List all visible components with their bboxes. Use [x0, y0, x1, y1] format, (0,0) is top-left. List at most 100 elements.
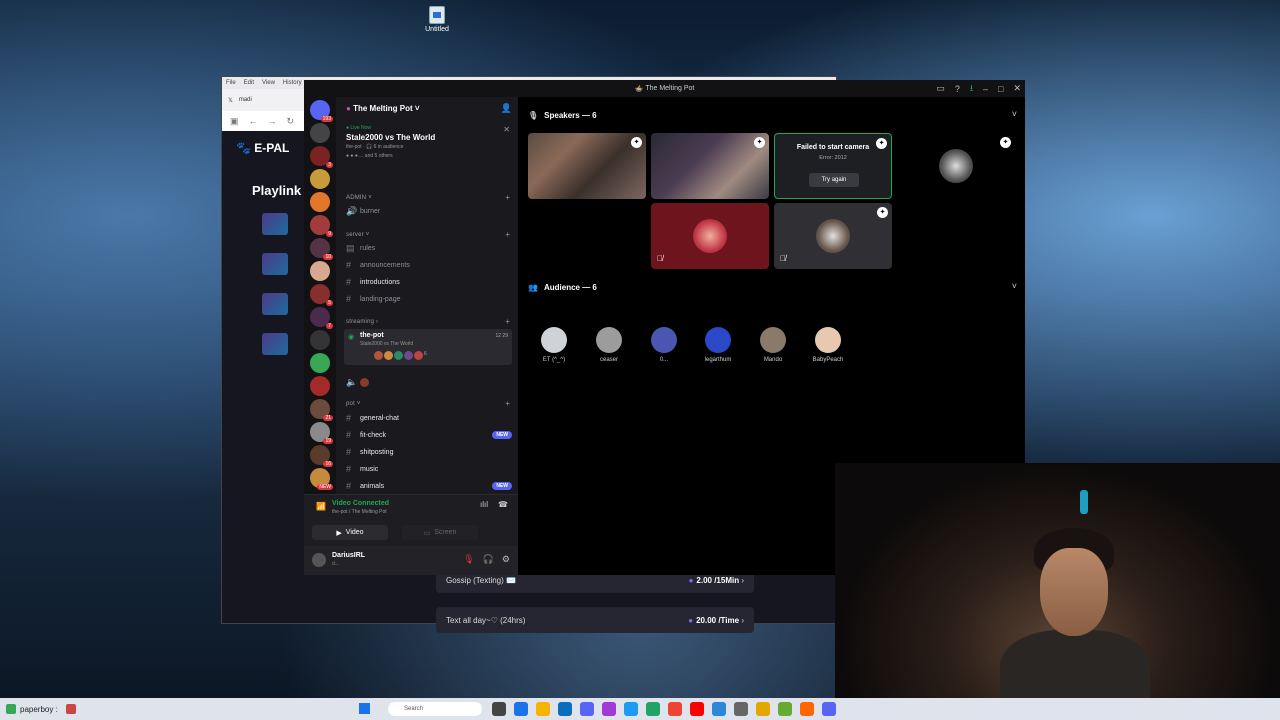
- connection-status[interactable]: Video Connected: [332, 500, 389, 507]
- menu-edit[interactable]: Edit: [244, 80, 254, 86]
- task-view-icon[interactable]: [492, 702, 506, 716]
- add-channel-icon[interactable]: +: [505, 230, 510, 239]
- channel-landing-page[interactable]: # landing-page: [346, 292, 512, 306]
- menu-view[interactable]: View: [262, 80, 275, 86]
- chevron-down-icon[interactable]: ˅: [1012, 109, 1017, 119]
- speaker-avatar-tile[interactable]: 🎙̸: [651, 203, 769, 269]
- chrome-icon[interactable]: [756, 702, 770, 716]
- audience-header[interactable]: 👥 Audience — 6: [528, 283, 597, 292]
- avatar[interactable]: [312, 553, 326, 567]
- opera-icon[interactable]: [602, 702, 616, 716]
- server-icon[interactable]: 5: [310, 284, 333, 306]
- voice-channel-the-pot[interactable]: ◉ the-pot Stale2000 vs The World 12 29 6: [344, 329, 512, 365]
- voice-user-row[interactable]: 🔈: [346, 375, 512, 389]
- guild-name[interactable]: ● The Melting Pot ˅: [346, 104, 420, 113]
- server-icon[interactable]: [310, 376, 330, 396]
- channel-announcements[interactable]: # announcements: [346, 258, 512, 272]
- close-icon[interactable]: ✕: [1013, 83, 1021, 94]
- live-stage-card[interactable]: ● Live Now Stale2000 vs The World the-po…: [346, 125, 506, 159]
- forward-arrow-icon[interactable]: →: [268, 116, 277, 126]
- category-pot[interactable]: pot ˅: [346, 401, 361, 407]
- edge-icon[interactable]: [514, 702, 528, 716]
- audience-member[interactable]: BabyPeach: [804, 327, 852, 363]
- speaker-video-tile[interactable]: ✦: [651, 133, 769, 199]
- audience-member[interactable]: Mando: [749, 327, 797, 363]
- category-admin[interactable]: ADMIN ˅: [346, 195, 372, 201]
- download-icon[interactable]: ⭳: [970, 81, 973, 97]
- back-arrow-icon[interactable]: ←: [249, 116, 258, 126]
- maximize-icon[interactable]: □: [998, 84, 1003, 94]
- audience-member[interactable]: ceaser: [585, 327, 633, 363]
- channel-music[interactable]: # music: [346, 462, 512, 476]
- firefox-icon[interactable]: [800, 702, 814, 716]
- app-icon[interactable]: [646, 702, 660, 716]
- disconnect-icon[interactable]: ☎: [498, 500, 508, 509]
- screen-share-button[interactable]: ▭ Screen: [402, 525, 478, 540]
- add-channel-icon[interactable]: +: [505, 399, 510, 408]
- menu-history[interactable]: History: [283, 80, 302, 86]
- category-server[interactable]: server ˅: [346, 232, 369, 238]
- taskbar-search[interactable]: Search: [388, 702, 482, 716]
- help-icon[interactable]: ?: [955, 84, 960, 94]
- channel-general-chat[interactable]: # general-chat: [346, 411, 512, 425]
- chevron-down-icon[interactable]: ˅: [1012, 281, 1017, 291]
- close-icon[interactable]: ✕: [503, 125, 510, 134]
- app-icon[interactable]: [712, 702, 726, 716]
- server-icon[interactable]: 19: [310, 422, 333, 444]
- discord-icon[interactable]: [580, 702, 594, 716]
- taskbar-profile[interactable]: paperboy :: [0, 698, 76, 720]
- reload-icon[interactable]: ↻: [287, 116, 295, 127]
- channel-rules[interactable]: ▤ rules: [346, 241, 512, 255]
- mute-mic-icon[interactable]: 🎙: [463, 554, 474, 565]
- server-icon[interactable]: [310, 192, 330, 212]
- speaker-avatar-tile[interactable]: ✦: [897, 133, 1015, 199]
- server-icon[interactable]: [310, 261, 330, 281]
- windows-start-icon[interactable]: [359, 703, 370, 714]
- server-icon[interactable]: 7: [310, 307, 333, 329]
- server-icon[interactable]: 10: [310, 238, 333, 260]
- browser-tab[interactable]: madi: [239, 97, 252, 103]
- channel-burner[interactable]: 🔊 burner: [346, 204, 512, 218]
- server-icon[interactable]: NEW: [310, 468, 333, 490]
- inbox-icon[interactable]: ▭: [936, 83, 945, 94]
- add-channel-icon[interactable]: +: [505, 317, 510, 326]
- video-button[interactable]: ▶ Video: [312, 525, 388, 540]
- game-thumbnail[interactable]: [262, 253, 288, 275]
- menu-file[interactable]: File: [226, 80, 236, 86]
- server-icon[interactable]: 16: [310, 445, 333, 467]
- sidebar-toggle-icon[interactable]: ▣: [230, 116, 239, 127]
- minimize-icon[interactable]: –: [983, 84, 988, 94]
- audience-member[interactable]: legarthum: [694, 327, 742, 363]
- try-again-button[interactable]: Try again: [809, 173, 859, 187]
- signal-icon[interactable]: 📶: [316, 502, 326, 511]
- server-icon[interactable]: 9: [310, 215, 333, 237]
- server-icon[interactable]: 193: [310, 100, 333, 122]
- store-icon[interactable]: [558, 702, 572, 716]
- audience-member[interactable]: ET (^_^): [530, 327, 578, 363]
- app-icon[interactable]: [734, 702, 748, 716]
- channel-animals[interactable]: # animals NEW: [346, 479, 512, 493]
- game-thumbnail[interactable]: [262, 213, 288, 235]
- audience-member[interactable]: 0...: [640, 327, 688, 363]
- speaker-avatar-tile[interactable]: ✦ 🎙̸: [774, 203, 892, 269]
- server-icon[interactable]: 21: [310, 399, 333, 421]
- app-icon[interactable]: [822, 702, 836, 716]
- app-icon[interactable]: [778, 702, 792, 716]
- username[interactable]: DariusIRL: [332, 552, 365, 559]
- noise-suppression-icon[interactable]: ılıl: [480, 500, 488, 509]
- gear-icon[interactable]: ⚙: [502, 554, 510, 565]
- channel-introductions[interactable]: # introductions: [346, 275, 512, 289]
- category-streaming[interactable]: streaming ›: [346, 319, 378, 325]
- add-channel-icon[interactable]: +: [505, 193, 510, 202]
- folder-icon[interactable]: [536, 702, 550, 716]
- add-member-icon[interactable]: 👤: [501, 103, 512, 114]
- deafen-icon[interactable]: 🎧: [483, 554, 494, 565]
- app-icon[interactable]: [668, 702, 682, 716]
- channel-shitposting[interactable]: # shitposting: [346, 445, 512, 459]
- app-icon[interactable]: [624, 702, 638, 716]
- speakers-header[interactable]: 🎙 Speakers — 6: [528, 111, 597, 120]
- server-icon[interactable]: [310, 353, 330, 373]
- server-icon[interactable]: 3: [310, 146, 333, 168]
- game-thumbnail[interactable]: [262, 333, 288, 355]
- game-thumbnail[interactable]: [262, 293, 288, 315]
